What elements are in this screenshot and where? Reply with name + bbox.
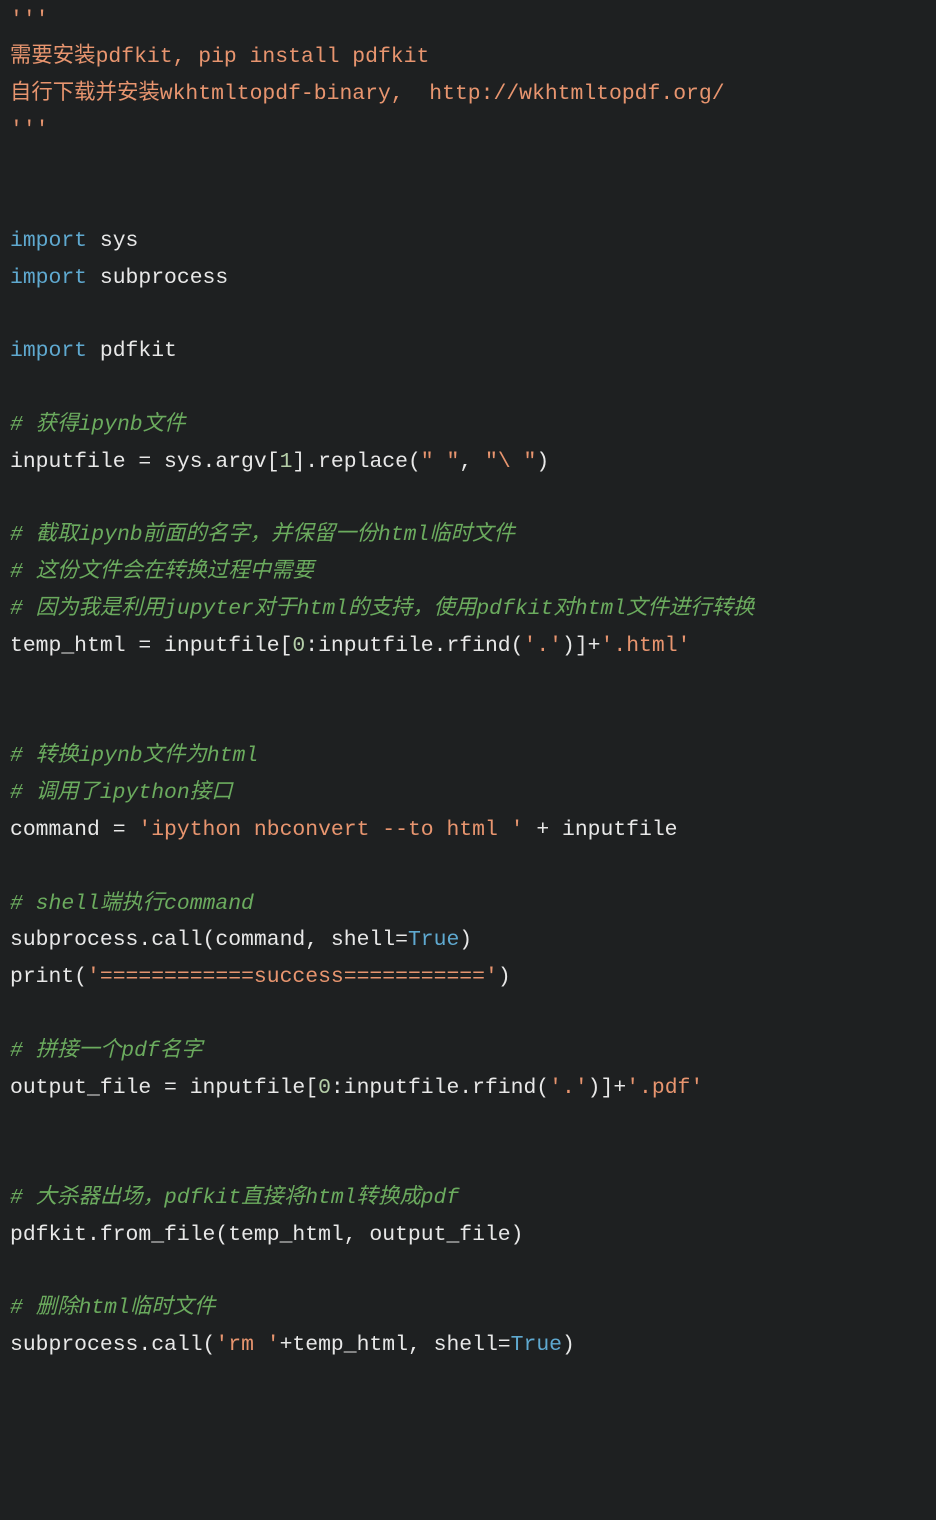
code: , (459, 450, 485, 474)
kw-import: import (10, 229, 87, 253)
comment: # 调用了ipython接口 (10, 781, 232, 805)
line-3: 自行下载并安装wkhtmltopdf-binary, http://wkhtml… (10, 82, 725, 106)
str: 'rm ' (215, 1333, 279, 1357)
var: temp_html = inputfile[ (10, 634, 292, 658)
code: ) (536, 450, 549, 474)
line-2: 需要安装pdfkit, pip install pdfkit (10, 45, 429, 69)
str: '.' (523, 634, 562, 658)
code: ) (498, 965, 511, 989)
comment: # 截取ipynb前面的名字，并保留一份html临时文件 (10, 523, 515, 547)
code-block: ''' 需要安装pdfkit, pip install pdfkit 自行下载并… (0, 0, 936, 1485)
var: inputfile = sys.argv[ (10, 450, 280, 474)
bool: True (408, 928, 459, 952)
kw-import: import (10, 266, 87, 290)
bool: True (511, 1333, 562, 1357)
code: subprocess.call(command, shell= (10, 928, 408, 952)
code: ) (459, 928, 472, 952)
str: "\ " (485, 450, 536, 474)
module: pdfkit (87, 339, 177, 363)
comment: # 因为我是利用jupyter对于html的支持，使用pdfkit对html文件… (10, 597, 754, 621)
code: +temp_html, shell= (280, 1333, 511, 1357)
code: pdfkit.from_file(temp_html, output_file) (10, 1223, 523, 1247)
code: )]+ (562, 634, 601, 658)
code: :inputfile.rfind( (305, 634, 523, 658)
comment: # 拼接一个pdf名字 (10, 1039, 203, 1063)
code: )]+ (588, 1076, 627, 1100)
code: ) (562, 1333, 575, 1357)
code: + inputfile (523, 818, 677, 842)
num: 1 (280, 450, 293, 474)
num: 0 (318, 1076, 331, 1100)
comment: # 获得ipynb文件 (10, 413, 185, 437)
line-4: ''' (10, 118, 49, 142)
comment: # 转换ipynb文件为html (10, 744, 258, 768)
str: '.html' (601, 634, 691, 658)
comment: # 大杀器出场，pdfkit直接将html转换成pdf (10, 1186, 459, 1210)
str: " " (421, 450, 460, 474)
num: 0 (292, 634, 305, 658)
code: ].replace( (292, 450, 420, 474)
comment: # shell端执行command (10, 892, 254, 916)
var: command = (10, 818, 138, 842)
comment: # 删除html临时文件 (10, 1296, 215, 1320)
str: 'ipython nbconvert --to html ' (138, 818, 523, 842)
module: sys (87, 229, 138, 253)
code: subprocess.call( (10, 1333, 215, 1357)
code: :inputfile.rfind( (331, 1076, 549, 1100)
kw-import: import (10, 339, 87, 363)
module: subprocess (87, 266, 228, 290)
line-1: ''' (10, 8, 49, 32)
var: output_file = inputfile[ (10, 1076, 318, 1100)
str: '.' (549, 1076, 588, 1100)
comment: # 这份文件会在转换过程中需要 (10, 560, 314, 584)
str: '============success===========' (87, 965, 498, 989)
str: '.pdf' (626, 1076, 703, 1100)
code: print( (10, 965, 87, 989)
